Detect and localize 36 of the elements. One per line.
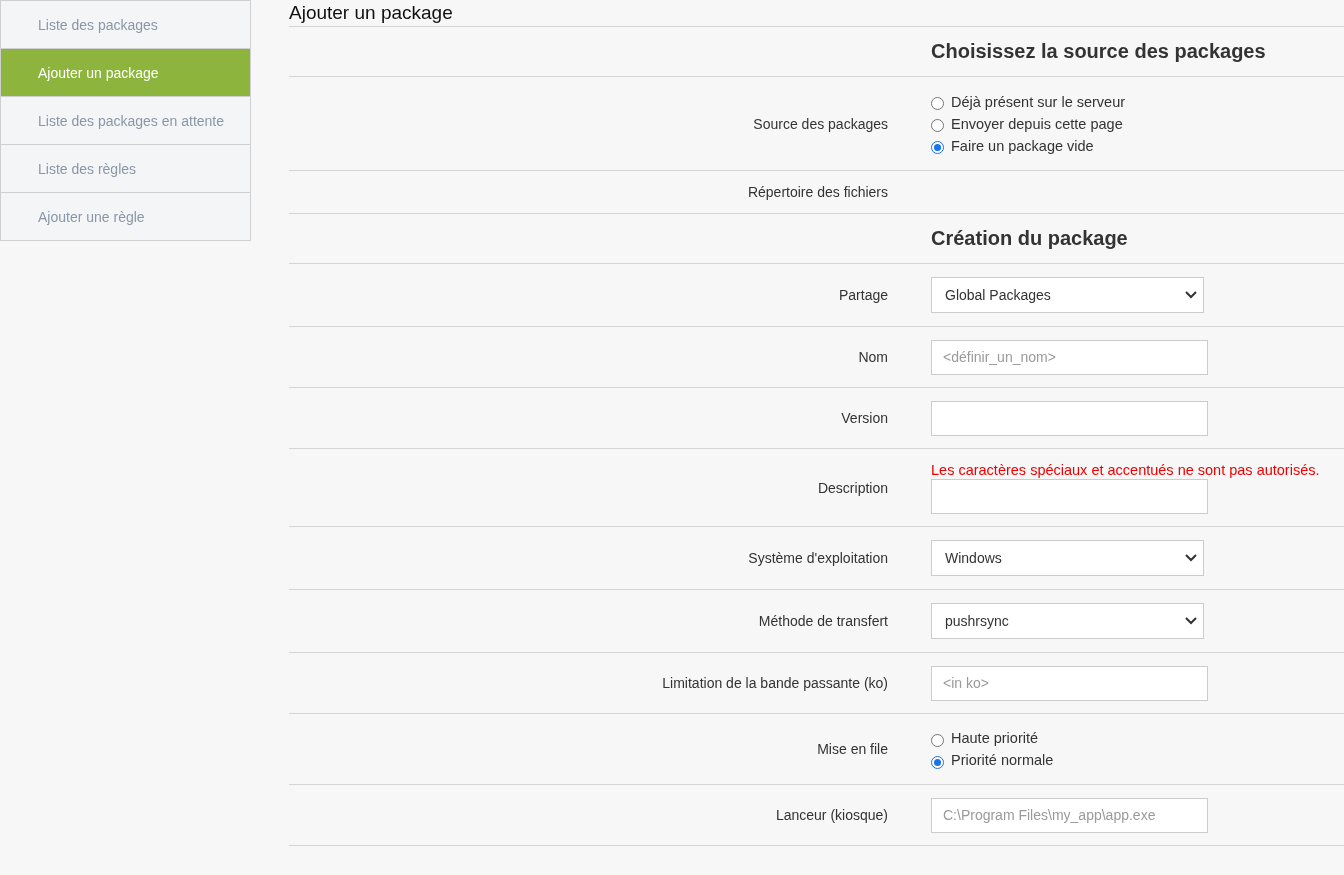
radio-icon[interactable]: [931, 755, 944, 769]
field-label: Méthode de transfert: [758, 613, 888, 629]
field-label: Nom: [858, 349, 888, 365]
chevron-down-icon: [1185, 291, 1197, 299]
radio-icon[interactable]: [931, 141, 944, 154]
radio-option[interactable]: Déjà présent sur le serveur: [931, 90, 1126, 113]
warning-text: Les caractères spéciaux et accentués ne sont pas autorisés.: [931, 461, 1320, 478]
input-field[interactable]: [931, 478, 1208, 514]
field-label: Lanceur (kiosque): [775, 807, 888, 823]
chevron-down-icon: [1185, 554, 1197, 562]
dropdown-field[interactable]: pushrsync: [931, 603, 1204, 639]
dropdown-field[interactable]: Global Packages: [931, 277, 1204, 313]
input-field[interactable]: C:\Program Files\my_app\app.exe: [931, 797, 1208, 833]
radio-icon[interactable]: [931, 119, 944, 132]
section-heading: Choisissez la source des packages: [931, 40, 1266, 63]
dropdown-field[interactable]: Windows: [931, 540, 1204, 576]
field-label: Mise en file: [817, 741, 888, 757]
radio-option[interactable]: Priorité normale: [931, 749, 1054, 771]
field-label: Description: [817, 479, 888, 496]
field-label: Répertoire des fichiers: [747, 184, 888, 200]
field-label: Version: [841, 410, 888, 426]
radio-icon[interactable]: [931, 97, 944, 110]
chevron-down-icon: [1185, 617, 1197, 625]
field-label: Partage: [838, 287, 888, 303]
section-heading: Création du package: [931, 227, 1128, 250]
radio-option[interactable]: Haute priorité: [931, 727, 1054, 749]
input-field[interactable]: <in ko>: [931, 665, 1208, 701]
radio-option[interactable]: Faire un package vide: [931, 134, 1126, 157]
input-field[interactable]: [931, 400, 1208, 436]
page-title: Ajouter un package: [289, 1, 454, 25]
field-label: Limitation de la bande passante (ko): [662, 675, 888, 691]
radio-option[interactable]: Envoyer depuis cette page: [931, 112, 1126, 135]
input-field[interactable]: <définir_un_nom>: [931, 339, 1208, 375]
radio-icon[interactable]: [931, 733, 944, 747]
field-label: Source des packages: [753, 115, 888, 132]
field-label: Système d'exploitation: [748, 550, 888, 566]
